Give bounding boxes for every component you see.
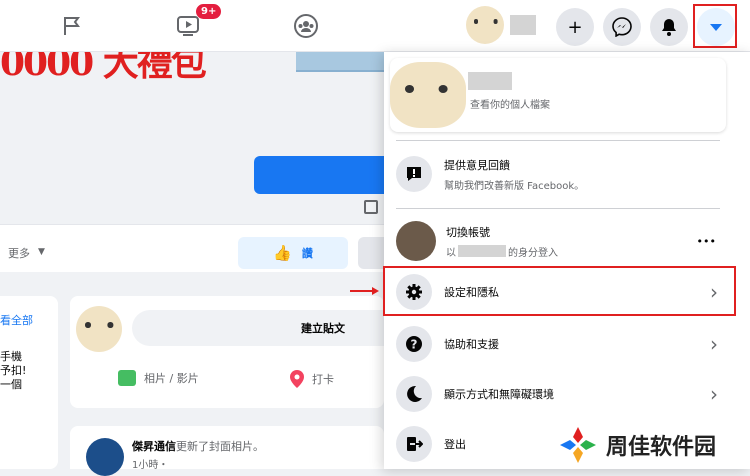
checkin-button[interactable]: 打卡 (290, 370, 334, 388)
bell-icon (662, 19, 676, 36)
left-info-card: 看全部 手機 予扣! 一個 (0, 296, 58, 469)
feedback-subtitle: 幫助我們改善新版 Facebook。 (444, 180, 585, 192)
banner-image (296, 52, 384, 72)
see-all-link[interactable]: 看全部 (0, 312, 33, 328)
message-button[interactable] (358, 237, 384, 269)
switch-account-title: 切換帳號 (446, 225, 490, 239)
svg-text:?: ? (411, 338, 418, 352)
watermark-logo-icon (560, 426, 596, 463)
post-author[interactable]: 傑昇通信 (132, 440, 176, 453)
create-post-label: 建立貼文 (301, 322, 345, 335)
page-avatar (86, 438, 124, 476)
left-line-3: 一個 (0, 378, 22, 391)
location-pin-icon (290, 370, 304, 388)
site-watermark: 周佳软件园 (556, 420, 750, 469)
top-nav: 9+ + (0, 0, 750, 52)
flag-icon[interactable] (52, 8, 92, 44)
bear-avatar (396, 221, 436, 261)
page-actions-bar: 更多 ▼ 👍 讚 (0, 224, 384, 272)
feedback-icon (396, 156, 432, 192)
more-tab[interactable]: 更多 (8, 245, 30, 261)
redacted-account-name (458, 245, 506, 257)
feedback-item[interactable]: 提供意見回饋 幫助我們改善新版 Facebook。 (396, 152, 726, 196)
switch-prefix: 以 (446, 247, 456, 259)
chevron-right-icon: › (710, 332, 718, 356)
composer-card: 建立貼文 相片 / 影片 打卡 (70, 296, 384, 408)
profile-chip[interactable] (466, 6, 542, 44)
post-header: 傑昇通信更新了封面相片。 (132, 438, 264, 454)
redacted-name (510, 15, 536, 35)
help-label: 協助和支援 (444, 338, 499, 351)
switch-suffix: 的身分登入 (508, 247, 558, 259)
notification-count-badge: 9+ (196, 4, 222, 19)
feedback-title: 提供意見回饋 (444, 158, 510, 172)
photo-icon (118, 370, 136, 386)
banner-text: 0000 大禮包 (0, 52, 207, 82)
post-action: 更新了封面相片。 (176, 440, 264, 453)
help-icon: ? (396, 326, 432, 362)
annotation-box-account (693, 4, 737, 48)
plus-icon: + (567, 16, 583, 38)
external-link-icon[interactable] (364, 200, 378, 214)
primary-action-button[interactable] (254, 156, 384, 194)
messenger-icon (612, 17, 632, 37)
thumbs-up-icon: 👍 (273, 244, 292, 262)
more-options-icon[interactable]: ••• (697, 235, 716, 248)
more-caret-icon: ▼ (38, 247, 45, 257)
moon-icon (396, 376, 432, 412)
chevron-right-icon: › (710, 382, 718, 406)
display-label: 顯示方式和無障礙環境 (444, 388, 554, 401)
view-profile-text: 查看你的個人檔案 (470, 100, 550, 111)
annotation-arrow-icon (350, 287, 379, 295)
notifications-button[interactable] (650, 8, 688, 46)
photo-video-button[interactable]: 相片 / 影片 (118, 370, 199, 386)
composer-avatar (76, 306, 122, 352)
page-banner: 0000 大禮包 (0, 52, 384, 82)
feed-post: 傑昇通信更新了封面相片。 1小時・ (70, 426, 384, 476)
create-post-input[interactable]: 建立貼文 (132, 310, 384, 346)
divider (396, 140, 720, 141)
profile-card[interactable]: 查看你的個人檔案 (390, 58, 726, 132)
help-support-item[interactable]: ? 協助和支援 › (396, 324, 726, 364)
profile-avatar (390, 62, 466, 128)
cat-avatar (466, 6, 504, 44)
logout-icon (396, 426, 432, 462)
like-button[interactable]: 👍 讚 (238, 237, 348, 269)
watermark-text: 周佳软件园 (606, 434, 717, 460)
switch-account-item[interactable]: 切換帳號 以 的身分登入 ••• (396, 218, 726, 264)
switch-account-subtitle: 以 的身分登入 (446, 244, 558, 259)
redacted-profile-name (468, 72, 512, 90)
display-accessibility-item[interactable]: 顯示方式和無障礙環境 › (396, 374, 726, 414)
divider (396, 208, 720, 209)
annotation-box-settings (383, 266, 736, 316)
like-label: 讚 (301, 247, 313, 260)
checkin-label: 打卡 (312, 373, 334, 386)
logout-label: 登出 (444, 438, 466, 451)
photo-video-label: 相片 / 影片 (144, 372, 199, 385)
messenger-button[interactable] (603, 8, 641, 46)
create-button[interactable]: + (556, 8, 594, 46)
groups-icon[interactable] (286, 8, 326, 44)
